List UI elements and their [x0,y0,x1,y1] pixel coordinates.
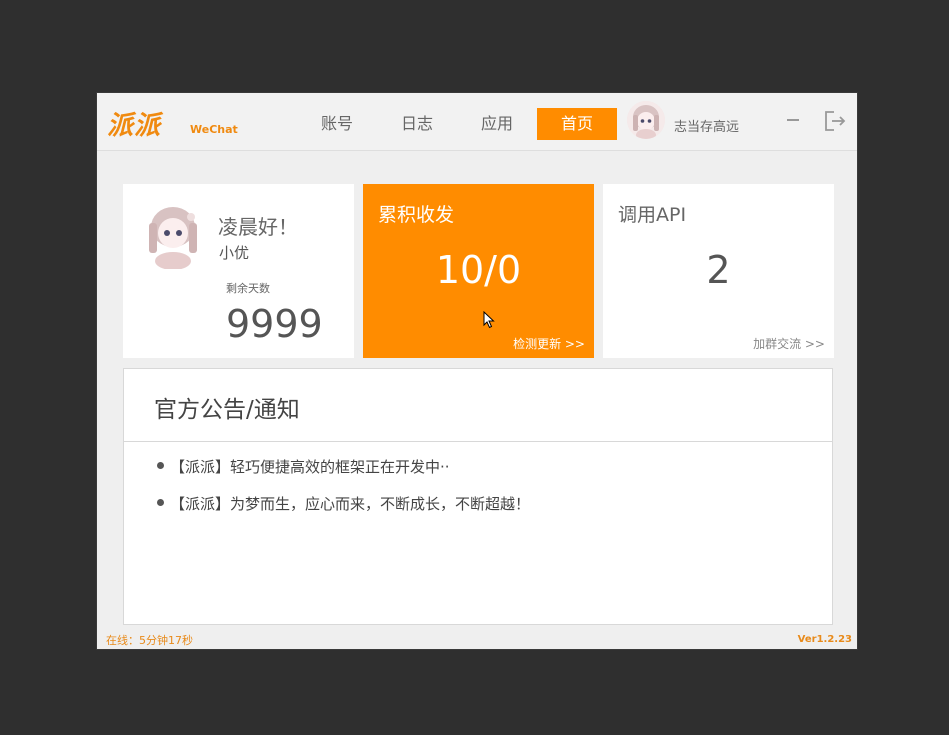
online-time: 在线：5分钟17秒 [106,634,193,647]
avatar[interactable] [627,101,665,139]
profile-avatar [146,203,200,270]
nav-home[interactable]: 首页 [537,108,617,140]
logo: 派派 [107,111,162,141]
message-count-value: 10/0 [435,248,522,292]
username: 志当存高远 [674,120,740,135]
days-remaining-value: 9999 [226,302,323,346]
message-count-card: 累积收发 10/0 检测更新 >> [363,184,594,358]
version-label: Ver1.2.23 [797,634,852,645]
api-value: 2 [706,248,731,292]
bullet-icon [157,499,164,506]
join-group-link[interactable]: 加群交流 >> [753,335,825,352]
logout-icon[interactable] [823,109,847,133]
notice-title: 官方公告/通知 [154,397,300,423]
days-remaining-label: 剩余天数 [226,282,270,295]
check-update-link[interactable]: 检测更新 >> [513,335,585,352]
notice-panel: 官方公告/通知 【派派】轻巧便捷高效的框架正在开发中·· 【派派】为梦而生，应心… [123,368,833,625]
cursor-icon [483,310,495,333]
notice-item-text: 【派派】轻巧便捷高效的框架正在开发中·· [170,458,450,476]
message-count-title: 累积收发 [378,204,455,226]
bullet-icon [157,462,164,469]
nav-apps[interactable]: 应用 [457,108,537,140]
logo-subtitle: WeChat [190,123,238,136]
minimize-icon[interactable] [783,111,803,131]
greeting: 凌晨好！ [218,215,298,239]
notice-divider [124,441,832,442]
api-title: 调用API [618,204,687,226]
list-item: 【派派】轻巧便捷高效的框架正在开发中·· [157,456,450,477]
nav-account[interactable]: 账号 [297,108,377,140]
nickname: 小优 [219,244,250,262]
nav-log[interactable]: 日志 [377,108,457,140]
api-card: 调用API 2 加群交流 >> [603,184,834,358]
app-window: 派派 WeChat 账号 日志 应用 首页 志当存高远 凌晨好！ 小优 剩余天数… [97,93,857,649]
profile-card: 凌晨好！ 小优 剩余天数 9999 [123,184,354,358]
header: 派派 WeChat 账号 日志 应用 首页 志当存高远 [97,93,857,151]
list-item: 【派派】为梦而生，应心而来，不断成长，不断超越！ [157,493,530,514]
notice-item-text: 【派派】为梦而生，应心而来，不断成长，不断超越！ [170,495,531,513]
